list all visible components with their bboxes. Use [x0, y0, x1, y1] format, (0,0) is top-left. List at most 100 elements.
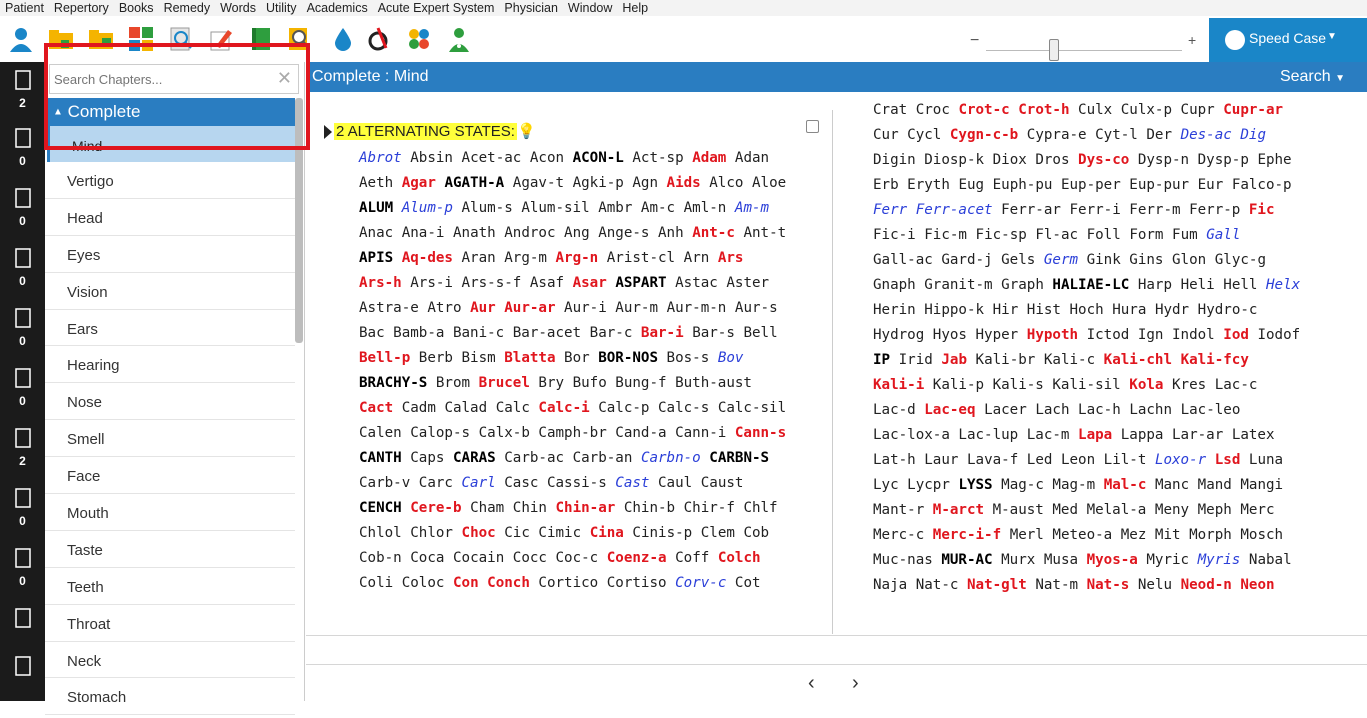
remedy-link[interactable]: Mand	[1198, 477, 1232, 493]
remedy-link[interactable]: Cinis-p	[632, 525, 692, 541]
remedy-link[interactable]: LYSS	[958, 477, 992, 493]
remedy-link[interactable]: Nabal	[1249, 552, 1292, 568]
zoom-thumb[interactable]	[1049, 39, 1059, 61]
remedy-link[interactable]: Cygn-c-b	[950, 127, 1018, 143]
remedy-link[interactable]: Agn	[632, 175, 658, 191]
remedy-link[interactable]: Germ	[1044, 252, 1078, 268]
remedy-link[interactable]: Myos-a	[1087, 552, 1138, 568]
remedy-link[interactable]: Coca	[410, 550, 444, 566]
remedy-link[interactable]: Meph	[1198, 502, 1232, 518]
chapter-item[interactable]: Eyes	[45, 236, 295, 273]
remedy-link[interactable]: Calen	[359, 425, 402, 441]
zoom-slider[interactable]: − +	[970, 32, 1200, 61]
remedy-link[interactable]: Aur-ar	[504, 300, 555, 316]
remedy-link[interactable]: Harp	[1138, 277, 1172, 293]
remedy-link[interactable]: Calc-sil	[718, 400, 786, 416]
remedy-link[interactable]: Calad	[444, 400, 487, 416]
remedy-link[interactable]: Choc	[462, 525, 496, 541]
remedy-link[interactable]: Calop-s	[410, 425, 470, 441]
remedy-link[interactable]: Ferr-p	[1189, 202, 1240, 218]
remedy-link[interactable]: Gink	[1087, 252, 1121, 268]
remedy-link[interactable]: Am-m	[735, 200, 769, 216]
remedy-link[interactable]: Coenz-a	[607, 550, 667, 566]
chapter-item-selected[interactable]: Mind	[47, 126, 295, 162]
remedy-link[interactable]: Diosp-k	[924, 152, 984, 168]
remedy-link[interactable]: Gins	[1129, 252, 1163, 268]
remedy-link[interactable]: Arg-n	[556, 250, 599, 266]
rail-item[interactable]: 0	[0, 308, 45, 348]
remedy-link[interactable]: Act-sp	[632, 150, 683, 166]
remedy-link[interactable]: Euph-pu	[993, 177, 1053, 193]
remedy-link[interactable]: Ars-s-f	[462, 275, 522, 291]
remedy-link[interactable]: Bar-i	[641, 325, 684, 341]
remedy-link[interactable]: Hura	[1112, 302, 1146, 318]
remedy-link[interactable]: Dros	[1035, 152, 1069, 168]
rail-item[interactable]: 0	[0, 248, 45, 288]
remedy-link[interactable]: Mant-r	[873, 502, 924, 518]
remedy-link[interactable]: ALUM	[359, 200, 393, 216]
rail-item[interactable]: 2	[0, 70, 45, 110]
remedy-link[interactable]: Am-c	[641, 200, 675, 216]
remedy-link[interactable]: Bov	[718, 350, 744, 366]
remedy-link[interactable]: Clem	[701, 525, 735, 541]
remedy-link[interactable]: Aloe	[752, 175, 786, 191]
find-icon[interactable]	[286, 26, 312, 52]
remedy-link[interactable]: Mosch	[1240, 527, 1283, 543]
remedy-link[interactable]: Glyc-g	[1215, 252, 1266, 268]
remedy-link[interactable]: Aeth	[359, 175, 393, 191]
remedy-link[interactable]: Cob-n	[359, 550, 402, 566]
remedy-link[interactable]: Blatta	[504, 350, 555, 366]
remedy-link[interactable]: Carb-ac	[504, 450, 564, 466]
remedy-link[interactable]: Hydr	[1155, 302, 1189, 318]
remedy-link[interactable]: Absin	[410, 150, 453, 166]
patient-icon[interactable]	[8, 26, 34, 52]
chapter-item[interactable]: Smell	[45, 420, 295, 458]
remedy-link[interactable]: Iod	[1223, 327, 1249, 343]
remedy-link[interactable]: Acet-ac	[462, 150, 522, 166]
remedy-link[interactable]: Merc-c	[873, 527, 924, 543]
remedy-link[interactable]: Ant-t	[743, 225, 786, 241]
search-doc-icon[interactable]	[168, 26, 194, 52]
remedy-link[interactable]: Bar-s	[692, 325, 735, 341]
remedy-link[interactable]: BOR-NOS	[598, 350, 658, 366]
menu-item[interactable]: Patient	[0, 0, 49, 16]
remedy-link[interactable]: Kali-br	[976, 352, 1036, 368]
remedy-link[interactable]: Helx	[1266, 277, 1300, 293]
remedy-link[interactable]: AGATH-A	[444, 175, 504, 191]
remedy-link[interactable]: Nat-glt	[967, 577, 1027, 593]
remedy-link[interactable]: Androc	[504, 225, 555, 241]
remedy-link[interactable]: Myris	[1198, 552, 1241, 568]
remedy-link[interactable]: Heli	[1181, 277, 1215, 293]
chapter-search[interactable]: ✕	[49, 64, 299, 94]
remedy-link[interactable]: Ambr	[598, 200, 632, 216]
remedy-link[interactable]: Bism	[462, 350, 496, 366]
chapter-item[interactable]: Vision	[45, 273, 295, 310]
remedy-link[interactable]: Lachn	[1129, 402, 1172, 418]
remedy-link[interactable]: Buth-aust	[675, 375, 752, 391]
remedy-link[interactable]: Cere-b	[410, 500, 461, 516]
menu-item[interactable]: Words	[215, 0, 261, 16]
remedy-link[interactable]: Calc-i	[538, 400, 589, 416]
remedy-link[interactable]: Hist	[1027, 302, 1061, 318]
remedy-link[interactable]: Lacer	[984, 402, 1027, 418]
remedy-link[interactable]: Eup-per	[1061, 177, 1121, 193]
new-folder-icon[interactable]	[88, 26, 114, 52]
remedy-link[interactable]: Neon	[1240, 577, 1274, 593]
remedy-link[interactable]: Aml-n	[684, 200, 727, 216]
open-folder-icon[interactable]	[48, 26, 74, 52]
remedy-link[interactable]: Cur	[873, 127, 899, 143]
rail-item[interactable]: 0	[0, 128, 45, 168]
remedy-link[interactable]: CANTH	[359, 450, 402, 466]
remedy-link[interactable]: Loxo-r	[1155, 452, 1206, 468]
remedy-link[interactable]: Brom	[436, 375, 470, 391]
next-page-button[interactable]: ›	[852, 672, 859, 695]
menu-item[interactable]: Books	[114, 0, 159, 16]
remedy-link[interactable]: Lac-c	[1215, 377, 1258, 393]
remedy-link[interactable]: BRACHY-S	[359, 375, 427, 391]
remedy-link[interactable]: Ferr-i	[1069, 202, 1120, 218]
remedy-link[interactable]: Arist-cl	[607, 250, 675, 266]
remedy-link[interactable]: Herin	[873, 302, 916, 318]
zoom-in-button[interactable]: +	[1188, 32, 1196, 48]
remedy-link[interactable]: Bar-c	[590, 325, 633, 341]
remedy-link[interactable]: Carc	[419, 475, 453, 491]
